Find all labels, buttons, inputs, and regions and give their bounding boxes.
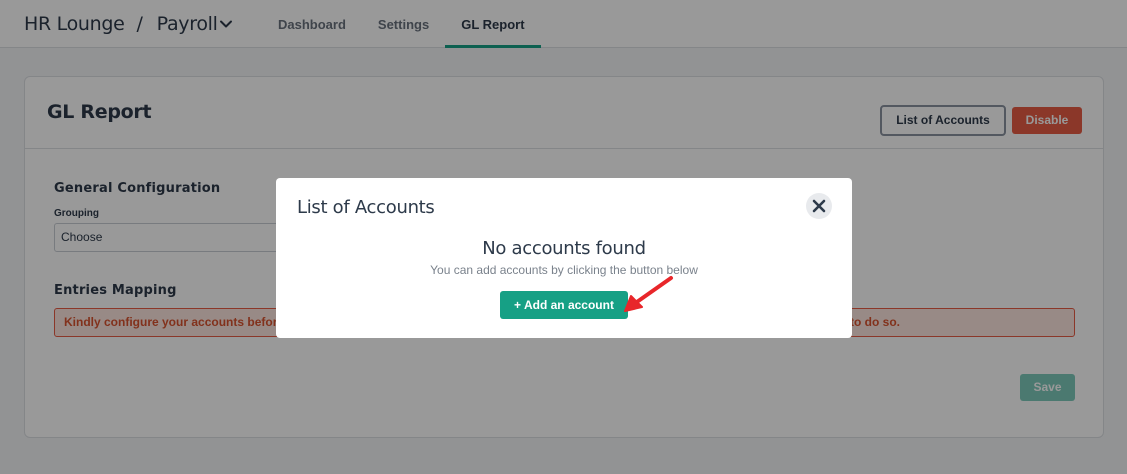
empty-state-subtitle: You can add accounts by clicking the but… xyxy=(430,263,698,277)
empty-state-title: No accounts found xyxy=(482,238,646,259)
annotation-arrow-icon xyxy=(624,276,673,312)
list-of-accounts-modal: List of Accounts No accounts found You c… xyxy=(276,178,852,338)
add-account-button[interactable]: + Add an account xyxy=(500,291,628,319)
close-icon xyxy=(812,199,826,213)
close-button[interactable] xyxy=(806,193,832,219)
modal-title: List of Accounts xyxy=(297,197,435,218)
